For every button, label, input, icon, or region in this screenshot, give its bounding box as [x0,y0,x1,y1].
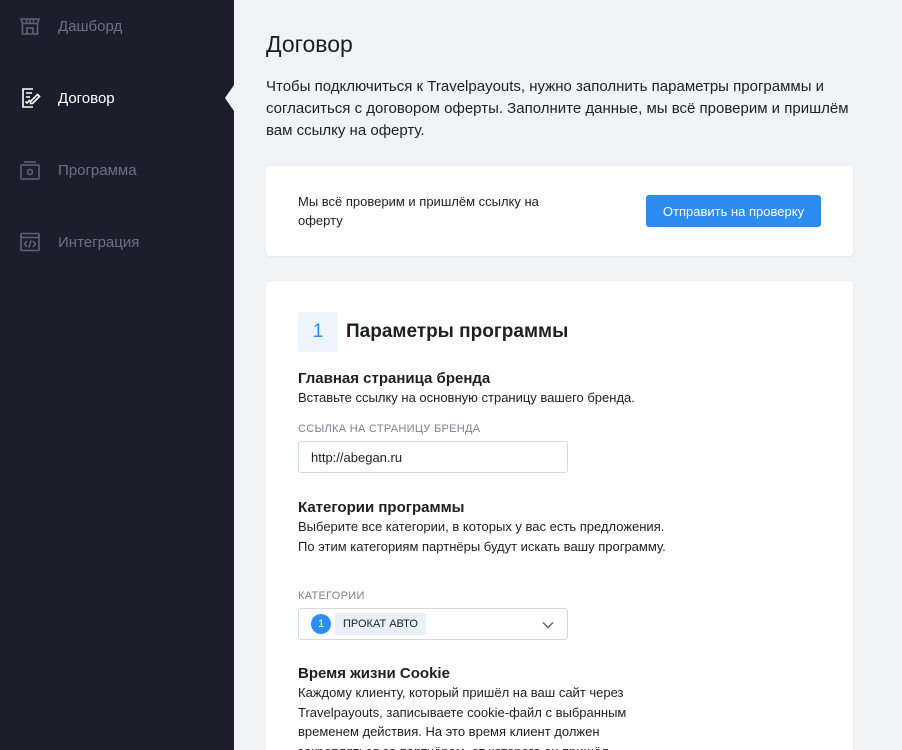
submit-card-text: Мы всё проверим и пришлём ссылку на офер… [298,194,539,228]
active-indicator [225,85,234,111]
categories-title: Категории программы [298,499,465,516]
brand-url-input[interactable] [298,441,568,473]
sidebar-item-integration[interactable]: Интеграция [0,206,234,278]
program-params-card: 1 Параметры программы Главная страница б… [266,281,853,750]
submit-for-review-button[interactable]: Отправить на проверку [646,195,821,227]
contract-icon [18,86,42,110]
sidebar: Дашборд Договор Программа Интеграция [0,0,234,750]
section-title: Параметры программы [346,321,569,342]
page-title: Договор [266,31,353,57]
sidebar-item-label: Дашборд [58,17,123,35]
brand-page-title: Главная страница бренда [298,370,491,387]
categories-select[interactable]: 1 ПРОКАТ АВТО [298,608,568,640]
sidebar-item-dashboard[interactable]: Дашборд [0,0,234,62]
category-chip[interactable]: ПРОКАТ АВТО [335,613,426,635]
brand-url-label: ССЫЛКА НА СТРАНИЦУ БРЕНДА [298,423,481,435]
sidebar-item-label: Программа [58,161,137,179]
chevron-down-icon [541,618,555,632]
sidebar-item-label: Договор [58,89,115,107]
page-intro: Чтобы подключиться к Travelpayouts, нужн… [266,78,849,139]
sidebar-item-contract[interactable]: Договор [0,62,234,134]
selected-count-badge: 1 [311,614,331,634]
cookie-lifetime-title: Время жизни Cookie [298,665,450,682]
main-content: Договор Чтобы подключиться к Travelpayou… [234,0,902,750]
cookie-lifetime-description: Каждому клиенту, который пришёл на ваш с… [298,685,627,750]
submit-card: Мы всё проверим и пришлём ссылку на офер… [266,166,853,256]
categories-description: Выберите все категории, в которых у вас … [298,519,666,554]
brand-page-description: Вставьте ссылку на основную страницу ваш… [298,390,635,405]
code-icon [18,230,42,254]
store-icon [18,14,42,38]
step-number-badge: 1 [298,312,338,352]
program-icon [18,158,42,182]
sidebar-item-program[interactable]: Программа [0,134,234,206]
sidebar-item-label: Интеграция [58,233,140,251]
categories-label: КАТЕГОРИИ [298,590,365,602]
